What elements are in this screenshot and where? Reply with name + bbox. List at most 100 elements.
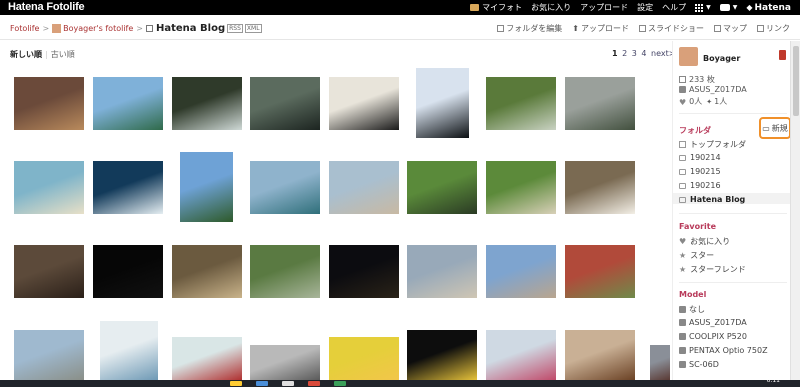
notifications-button[interactable]: ▼ [719, 4, 738, 11]
map-button[interactable]: マップ [714, 23, 747, 34]
folder-icon [679, 168, 686, 175]
breadcrumb-user[interactable]: Boyager's fotolife [63, 24, 133, 33]
photo-thumbnail[interactable] [250, 345, 320, 380]
favorite-item-stars[interactable]: ★ スター [679, 250, 714, 261]
settings-link[interactable]: 設定 [637, 2, 653, 13]
likes-count: 0人 [689, 97, 703, 106]
page-link-2[interactable]: 2 [622, 49, 627, 58]
scrollbar-thumb[interactable] [793, 46, 799, 116]
map-icon [714, 25, 721, 32]
sort-oldest[interactable]: 古い順 [51, 50, 75, 59]
photo-thumbnail[interactable] [14, 77, 84, 130]
photo-thumbnail[interactable] [14, 161, 84, 214]
photo-thumbnail[interactable] [416, 68, 469, 138]
photo-thumbnail[interactable] [565, 330, 635, 380]
photo-thumbnail[interactable] [565, 77, 635, 130]
taskbar-app-icon[interactable] [256, 381, 268, 386]
photo-thumbnail[interactable] [14, 330, 84, 380]
chevron-down-icon: ▼ [732, 4, 738, 11]
photo-thumbnail[interactable] [180, 152, 233, 222]
photo-thumbnail[interactable] [565, 161, 635, 214]
avatar[interactable] [679, 47, 698, 66]
photo-thumbnail[interactable] [14, 245, 84, 298]
photo-thumbnail[interactable] [407, 245, 477, 298]
model-item-sc06d[interactable]: SC-06D [679, 360, 719, 369]
photo-thumbnail[interactable] [93, 161, 163, 214]
photo-thumbnail[interactable] [486, 330, 556, 380]
photo-thumbnail[interactable] [329, 337, 399, 380]
model-item-coolpix[interactable]: COOLPIX P520 [679, 332, 747, 341]
favorite-heading: Favorite [679, 222, 717, 231]
taskbar-app-icon[interactable] [230, 381, 242, 386]
my-photo-link[interactable]: マイフォト [470, 2, 522, 13]
folder-item-190214[interactable]: 190214 [679, 153, 721, 162]
checkbox-icon [679, 141, 686, 148]
new-folder-button[interactable]: ▭ 新規 [759, 117, 791, 139]
photo-thumbnail[interactable] [172, 337, 242, 380]
model-item-none[interactable]: なし [679, 304, 705, 315]
taskbar-app-icon[interactable] [334, 381, 346, 386]
photo-thumbnail[interactable] [329, 77, 399, 130]
taskbar-app-icon[interactable] [282, 381, 294, 386]
folder-item-top[interactable]: トップフォルダ [679, 139, 746, 150]
profile-username[interactable]: Boyager [703, 54, 740, 63]
photo-thumbnail[interactable] [100, 321, 158, 380]
hatena-fotolife-logo[interactable]: Hatena Fotolife [8, 1, 85, 13]
favorite-item-star-friends[interactable]: ★ スターフレンド [679, 264, 746, 275]
folder-icon [679, 154, 686, 161]
edit-folder-button[interactable]: フォルダを編集 [497, 23, 562, 34]
xml-badge[interactable]: XML [244, 24, 262, 33]
upload-button[interactable]: ⬆ アップロード [572, 23, 629, 34]
slideshow-button[interactable]: スライドショー [639, 23, 704, 34]
photo-thumbnail[interactable] [329, 161, 399, 214]
page-link-4[interactable]: 4 [641, 49, 646, 58]
photo-thumbnail[interactable] [250, 161, 320, 214]
photo-thumbnail[interactable] [565, 245, 635, 298]
favorites-link[interactable]: お気に入り [531, 2, 571, 13]
taskbar-app-icon[interactable] [308, 381, 320, 386]
folder-item-190216[interactable]: 190216 [679, 181, 721, 190]
gift-icon[interactable] [779, 50, 786, 60]
photo-thumbnail[interactable] [407, 161, 477, 214]
help-link[interactable]: ヘルプ [662, 2, 686, 13]
taskbar: 6:11 [0, 377, 800, 387]
folder-item-190215[interactable]: 190215 [679, 167, 721, 176]
photo-thumbnail[interactable] [250, 245, 320, 298]
folder-label: 190216 [690, 181, 721, 190]
photo-count: 233 枚 [679, 74, 715, 85]
hatena-brand-link[interactable]: ◆ Hatena [746, 3, 791, 13]
photo-thumbnail[interactable] [407, 330, 477, 380]
link-button[interactable]: リンク [757, 23, 790, 34]
photo-thumbnail[interactable] [329, 245, 399, 298]
folder-item-hatena-blog[interactable]: Hatena Blog [679, 195, 745, 204]
photo-thumbnail[interactable] [93, 77, 163, 130]
photo-thumbnail[interactable] [93, 245, 163, 298]
breadcrumb: Fotolife > Boyager's fotolife > Hatena B… [10, 23, 262, 34]
model-item-asus[interactable]: ASUS_Z017DA [679, 318, 747, 327]
photo-thumbnail[interactable] [172, 245, 242, 298]
camera-icon [679, 333, 686, 340]
photo-thumbnail[interactable] [650, 345, 670, 380]
my-photo-label: マイフォト [482, 3, 523, 12]
grid-icon [695, 3, 704, 12]
apps-menu-button[interactable]: ▼ [695, 3, 711, 12]
page-link-3[interactable]: 3 [632, 49, 637, 58]
breadcrumb-fotolife[interactable]: Fotolife [10, 24, 39, 33]
hatena-brand-label: Hatena [754, 2, 792, 13]
upload-link[interactable]: アップロード [580, 2, 628, 13]
model-item-pentax[interactable]: PENTAX Optio 750Z [679, 346, 768, 355]
model-label: SC-06D [689, 360, 719, 369]
chevron-down-icon: ▼ [706, 4, 711, 11]
photo-thumbnail[interactable] [250, 77, 320, 130]
rss-badge[interactable]: RSS [227, 24, 243, 33]
photo-thumbnail[interactable] [486, 245, 556, 298]
divider [679, 282, 787, 283]
sort-newest[interactable]: 新しい順 [10, 50, 42, 59]
favorite-item-favorites[interactable]: ♥ お気に入り [679, 236, 730, 247]
photo-thumbnail[interactable] [486, 77, 556, 130]
photo-thumbnail[interactable] [172, 77, 242, 130]
scrollbar[interactable] [790, 41, 800, 380]
upload-icon: ⬆ [572, 24, 579, 33]
new-folder-label: 新規 [771, 123, 788, 133]
photo-thumbnail[interactable] [486, 161, 556, 214]
